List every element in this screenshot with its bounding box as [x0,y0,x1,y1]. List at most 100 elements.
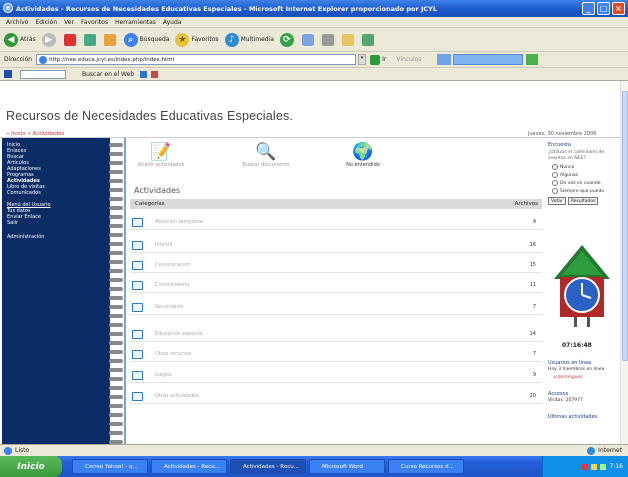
main-content: 📝 Añadir actividades 🔍 Buscar documento … [124,138,544,444]
task-word[interactable]: Microsoft Word [309,459,385,474]
category-row[interactable]: Conocimiento 11 [130,278,542,293]
online-users-title: Usuarios en línea [548,360,592,366]
not-understood-button[interactable]: 🌍 No entendido [328,142,398,168]
favorites-button[interactable]: ★ Favoritos [175,32,219,47]
results-button[interactable]: Resultados [567,197,599,205]
nav-administracion[interactable]: Administración [7,234,105,240]
task-curso-recursos[interactable]: Curso Recursos d... [388,459,464,474]
menu-edicion[interactable]: Edición [35,19,57,26]
poll-option-algunas[interactable]: Algunas [552,172,618,178]
category-title[interactable]: Atención temprana [155,215,203,230]
tray-antivirus-icon[interactable] [581,463,588,470]
links-search-label[interactable]: Buscar en el Web [82,71,134,78]
category-title[interactable]: Secundaria [155,300,183,315]
folder-icon[interactable] [132,371,143,380]
task-activities-1[interactable]: Actividades - Recu... [151,459,227,474]
refresh-button[interactable] [83,33,98,46]
category-row[interactable]: Secundaria 7 [130,300,542,315]
category-title[interactable]: Otras actividades [155,389,199,404]
print-button[interactable] [321,33,336,46]
folder-icon[interactable] [132,241,143,250]
search-button[interactable]: ⌕ Búsqueda [123,32,169,47]
links-search-input[interactable] [20,69,66,79]
home-button[interactable] [103,33,118,46]
category-row[interactable]: Atención temprana 4 [130,215,542,230]
poll-option-a-veces[interactable]: De vez en cuando [552,180,618,186]
task-activities-2[interactable]: Actividades - Recu... [230,459,306,474]
start-button[interactable]: Inicio [0,456,62,477]
category-row[interactable]: Comunicación 15 [130,258,542,273]
history-button[interactable]: ⟳ [279,32,296,47]
folder-icon [341,33,354,46]
media-icon: ♪ [224,32,239,47]
address-dropdown-icon[interactable]: ▾ [358,54,367,65]
category-title[interactable]: Conocimiento [155,278,189,293]
folder-icon[interactable] [132,218,143,227]
poll-option-siempre[interactable]: Siempre que puedo [552,188,618,194]
folder-icon[interactable] [132,392,143,401]
category-title[interactable]: Comunicación [155,258,190,273]
folder-icon[interactable] [132,261,143,270]
folder-icon[interactable] [132,330,143,339]
menu-archivo[interactable]: Archivo [6,19,28,26]
task-yahoo-mail[interactable]: Correo Yahoo! - q... [72,459,148,474]
category-row[interactable]: Educación especial 14 [130,327,542,342]
maximize-button[interactable]: □ [597,2,610,15]
back-button[interactable]: ◀ Atrás [4,32,36,47]
radio-icon[interactable] [552,164,558,170]
toolbar-search-go-icon[interactable] [526,54,539,65]
system-tray: 7:16 [542,456,628,477]
menu-ayuda[interactable]: Ayuda [163,19,182,26]
online-user-link[interactable]: jcdominguez [554,375,583,380]
address-input[interactable]: http://nee.educa.jcyl.es/index.php/index… [36,54,357,65]
status-bar: Listo Internet [0,444,628,456]
magnifier-icon: 🔍 [255,142,277,162]
page-status-icon [4,446,12,455]
category-row[interactable]: Infantil 16 [130,238,542,253]
category-row[interactable]: Otras actividades 20 [130,389,542,404]
close-button[interactable]: × [612,2,625,15]
category-title[interactable]: Otros recursos [155,347,191,362]
category-title[interactable]: Juegos [155,368,172,383]
folder-icon[interactable] [132,350,143,359]
links-tool-icon[interactable] [151,70,159,78]
messenger-icon [361,33,374,46]
add-activity-button[interactable]: 📝 Añadir actividades [126,142,196,168]
go-button[interactable]: Ir [370,54,386,65]
messenger-button[interactable] [361,33,376,46]
tray-network-icon[interactable] [590,463,597,470]
radio-icon[interactable] [552,180,558,186]
toolbar-search-input[interactable] [453,54,524,65]
clock-time: 07:16:48 [562,342,592,349]
nav-salir[interactable]: Salir [7,220,105,226]
radio-icon[interactable] [552,188,558,194]
poll-option-nunca[interactable]: Nunca [552,164,618,170]
menu-herramientas[interactable]: Herramientas [115,19,156,26]
minimize-button[interactable]: _ [582,2,595,15]
category-title[interactable]: Educación especial [155,327,203,342]
security-zone: Internet [587,446,622,455]
scrollbar-thumb[interactable] [622,91,628,361]
stop-button[interactable] [63,33,78,46]
menu-ver[interactable]: Ver [64,19,74,26]
search-document-button[interactable]: 🔍 Buscar documento [231,142,301,168]
forward-button[interactable]: ▶ [41,32,58,47]
folder-icon[interactable] [132,303,143,312]
category-title[interactable]: Infantil [155,238,172,253]
address-bar: Dirección http://nee.educa.jcyl.es/index… [0,52,628,68]
edit-button[interactable] [341,33,356,46]
links-pen-icon[interactable] [140,70,148,78]
nav-comunicados[interactable]: Comunicados [7,190,105,196]
menu-favoritos[interactable]: Favoritos [81,19,108,26]
tray-volume-icon[interactable] [599,463,606,470]
category-row[interactable]: Otros recursos 7 [130,347,542,362]
vote-button[interactable]: Votar [548,197,566,205]
links-label[interactable]: Vínculos [396,56,421,63]
site-title: Recursos de Necesidades Educativas Espec… [6,109,294,123]
mail-button[interactable] [301,33,316,46]
multimedia-button[interactable]: ♪ Multimedia [224,32,274,47]
radio-icon[interactable] [552,172,558,178]
folder-icon[interactable] [132,281,143,290]
vertical-scrollbar[interactable] [620,81,628,444]
category-row[interactable]: Juegos 9 [130,368,542,383]
